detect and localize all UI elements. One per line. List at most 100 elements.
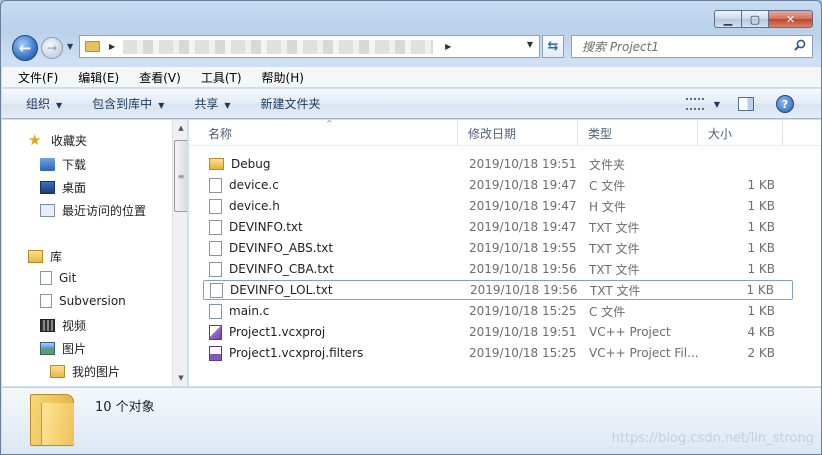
item-count: 10 个对象 bbox=[95, 400, 155, 415]
address-bar[interactable]: ▶ ▶ ▼ bbox=[79, 35, 540, 58]
menu-edit[interactable]: 编辑(E) bbox=[65, 69, 126, 86]
search-placeholder: 搜索 Project1 bbox=[582, 40, 659, 54]
file-name-cell: DEVINFO.txt bbox=[209, 219, 303, 235]
vcxproj-icon bbox=[209, 324, 222, 340]
navigation-pane: ★ 收藏夹 下载 桌面 最近访问的位置 库 Git Subversion 视频 图… bbox=[2, 120, 188, 386]
file-icon bbox=[209, 219, 222, 235]
file-row[interactable]: main.c 2019/10/18 15:25 C 文件 1 KB bbox=[203, 301, 793, 321]
breadcrumb-arrow-icon[interactable]: ▶ bbox=[445, 42, 451, 51]
file-name: main.c bbox=[229, 304, 270, 318]
file-name-cell: DEVINFO_ABS.txt bbox=[209, 240, 333, 256]
file-type: 文件夹 bbox=[589, 157, 626, 172]
file-date: 2019/10/18 19:47 bbox=[469, 199, 577, 213]
nav-subversion[interactable]: Subversion bbox=[40, 294, 126, 308]
nav-my-pictures[interactable]: 我的图片 bbox=[50, 363, 120, 380]
nav-pictures[interactable]: 图片 bbox=[40, 340, 86, 357]
breadcrumb-arrow-icon[interactable]: ▶ bbox=[109, 42, 115, 51]
file-icon bbox=[209, 177, 222, 193]
column-date[interactable]: 修改日期 bbox=[458, 120, 578, 146]
file-name-cell: device.c bbox=[209, 177, 279, 193]
folder-icon bbox=[85, 41, 100, 52]
forward-button[interactable]: → bbox=[41, 37, 63, 59]
back-button[interactable]: ← bbox=[12, 35, 38, 61]
include-in-library-button[interactable]: 包含到库中 ▼ bbox=[92, 95, 164, 112]
nav-desktop[interactable]: 桌面 bbox=[40, 179, 86, 196]
nav-label: Subversion bbox=[59, 294, 126, 308]
close-button[interactable]: ✕ bbox=[768, 10, 813, 28]
file-row[interactable]: DEVINFO.txt 2019/10/18 19:47 TXT 文件 1 KB bbox=[203, 217, 793, 237]
file-name: Debug bbox=[231, 157, 271, 171]
file-name: device.h bbox=[229, 199, 280, 213]
help-icon[interactable]: ? bbox=[776, 95, 794, 113]
nav-scrollbar[interactable]: ▲ ≡ ▼ bbox=[172, 120, 187, 386]
search-icon[interactable] bbox=[794, 39, 806, 51]
file-size: 1 KB bbox=[747, 262, 775, 276]
file-type: C 文件 bbox=[589, 178, 626, 193]
new-folder-button[interactable]: 新建文件夹 bbox=[261, 95, 321, 112]
file-row[interactable]: DEVINFO_ABS.txt 2019/10/18 19:55 TXT 文件 1 K… bbox=[203, 238, 793, 258]
organize-button[interactable]: 组织 ▼ bbox=[26, 95, 62, 112]
address-dropdown-icon[interactable]: ▼ bbox=[527, 40, 533, 49]
column-type[interactable]: 类型 bbox=[578, 120, 698, 146]
refresh-button[interactable]: ⇆ bbox=[542, 35, 564, 58]
menu-view[interactable]: 查看(V) bbox=[126, 69, 188, 86]
file-size: 1 KB bbox=[747, 199, 775, 213]
file-name: DEVINFO_CBA.txt bbox=[229, 262, 334, 276]
nav-downloads[interactable]: 下载 bbox=[40, 156, 86, 173]
view-dropdown-icon[interactable]: ▼ bbox=[714, 100, 720, 109]
file-type: TXT 文件 bbox=[589, 220, 640, 235]
document-library-icon bbox=[40, 294, 52, 308]
picture-icon bbox=[40, 342, 55, 355]
nav-favorites[interactable]: ★ 收藏夹 bbox=[28, 132, 87, 149]
nav-libraries[interactable]: 库 bbox=[28, 248, 62, 265]
address-path-redacted bbox=[123, 39, 434, 54]
scroll-down-icon[interactable]: ▼ bbox=[173, 370, 187, 386]
file-row[interactable]: Project1.vcxproj 2019/10/18 19:51 VC++ Pro… bbox=[203, 322, 793, 342]
chevron-down-icon: ▼ bbox=[56, 101, 63, 110]
change-view-icon[interactable] bbox=[685, 98, 704, 110]
file-row[interactable]: DEVINFO_CBA.txt 2019/10/18 19:56 TXT 文件 1 K… bbox=[203, 259, 793, 279]
scroll-thumb[interactable]: ≡ bbox=[174, 140, 187, 212]
file-row[interactable]: Debug 2019/10/18 19:51 文件夹 bbox=[203, 154, 793, 174]
folder-icon bbox=[30, 394, 74, 446]
filters-icon bbox=[209, 345, 222, 361]
nav-label: 最近访问的位置 bbox=[62, 204, 147, 218]
nav-git[interactable]: Git bbox=[40, 271, 76, 285]
file-name: DEVINFO_LOL.txt bbox=[230, 283, 333, 297]
scroll-up-icon[interactable]: ▲ bbox=[173, 120, 187, 136]
nav-videos[interactable]: 视频 bbox=[40, 317, 86, 334]
menu-help[interactable]: 帮助(H) bbox=[249, 69, 311, 86]
file-row[interactable]: DEVINFO_LOL.txt 2019/10/18 19:56 TXT 文件 1 K… bbox=[203, 280, 793, 300]
file-type: VC++ Project bbox=[589, 325, 671, 339]
column-headers: 名称 ^ 修改日期 类型 大小 bbox=[189, 119, 821, 146]
nav-label: 桌面 bbox=[62, 181, 87, 195]
file-name-cell: Project1.vcxproj bbox=[209, 324, 325, 340]
nav-recent[interactable]: 最近访问的位置 bbox=[40, 202, 146, 219]
menu-tools[interactable]: 工具(T) bbox=[188, 69, 249, 86]
menu-file[interactable]: 文件(F) bbox=[6, 69, 65, 86]
recent-pages-dropdown[interactable]: ▼ bbox=[67, 42, 73, 51]
file-row[interactable]: device.h 2019/10/18 19:47 H 文件 1 KB bbox=[203, 196, 793, 216]
file-name: Project1.vcxproj.filters bbox=[229, 346, 364, 360]
caption-buttons: ▁ ▢ ✕ bbox=[714, 10, 813, 28]
column-size[interactable]: 大小 bbox=[698, 120, 783, 146]
file-row[interactable]: Project1.vcxproj.filters 2019/10/18 15:25… bbox=[203, 343, 793, 363]
column-type-label: 类型 bbox=[588, 126, 613, 141]
file-date: 2019/10/18 15:25 bbox=[469, 304, 577, 318]
minimize-button[interactable]: ▁ bbox=[714, 10, 741, 28]
share-button[interactable]: 共享 ▼ bbox=[194, 95, 230, 112]
nav-label: 视频 bbox=[62, 319, 87, 333]
file-list: 名称 ^ 修改日期 类型 大小 Debug 2019/10/18 19:51 文件夹… bbox=[189, 119, 821, 386]
search-input[interactable]: 搜索 Project1 bbox=[571, 35, 813, 58]
file-size: 1 KB bbox=[747, 178, 775, 192]
explorer-window: ▁ ▢ ✕ ← → ▼ ▶ ▶ ▼ ⇆ 搜索 Project1 文件(F) 编辑… bbox=[0, 0, 822, 455]
nav-label: 下载 bbox=[62, 158, 87, 172]
maximize-button[interactable]: ▢ bbox=[741, 10, 768, 28]
download-folder-icon bbox=[40, 158, 55, 171]
column-date-label: 修改日期 bbox=[468, 126, 517, 141]
file-type: TXT 文件 bbox=[589, 262, 640, 277]
nav-label: 我的图片 bbox=[72, 365, 121, 379]
library-icon bbox=[28, 250, 43, 263]
file-row[interactable]: device.c 2019/10/18 19:47 C 文件 1 KB bbox=[203, 175, 793, 195]
preview-pane-icon[interactable] bbox=[738, 97, 754, 111]
